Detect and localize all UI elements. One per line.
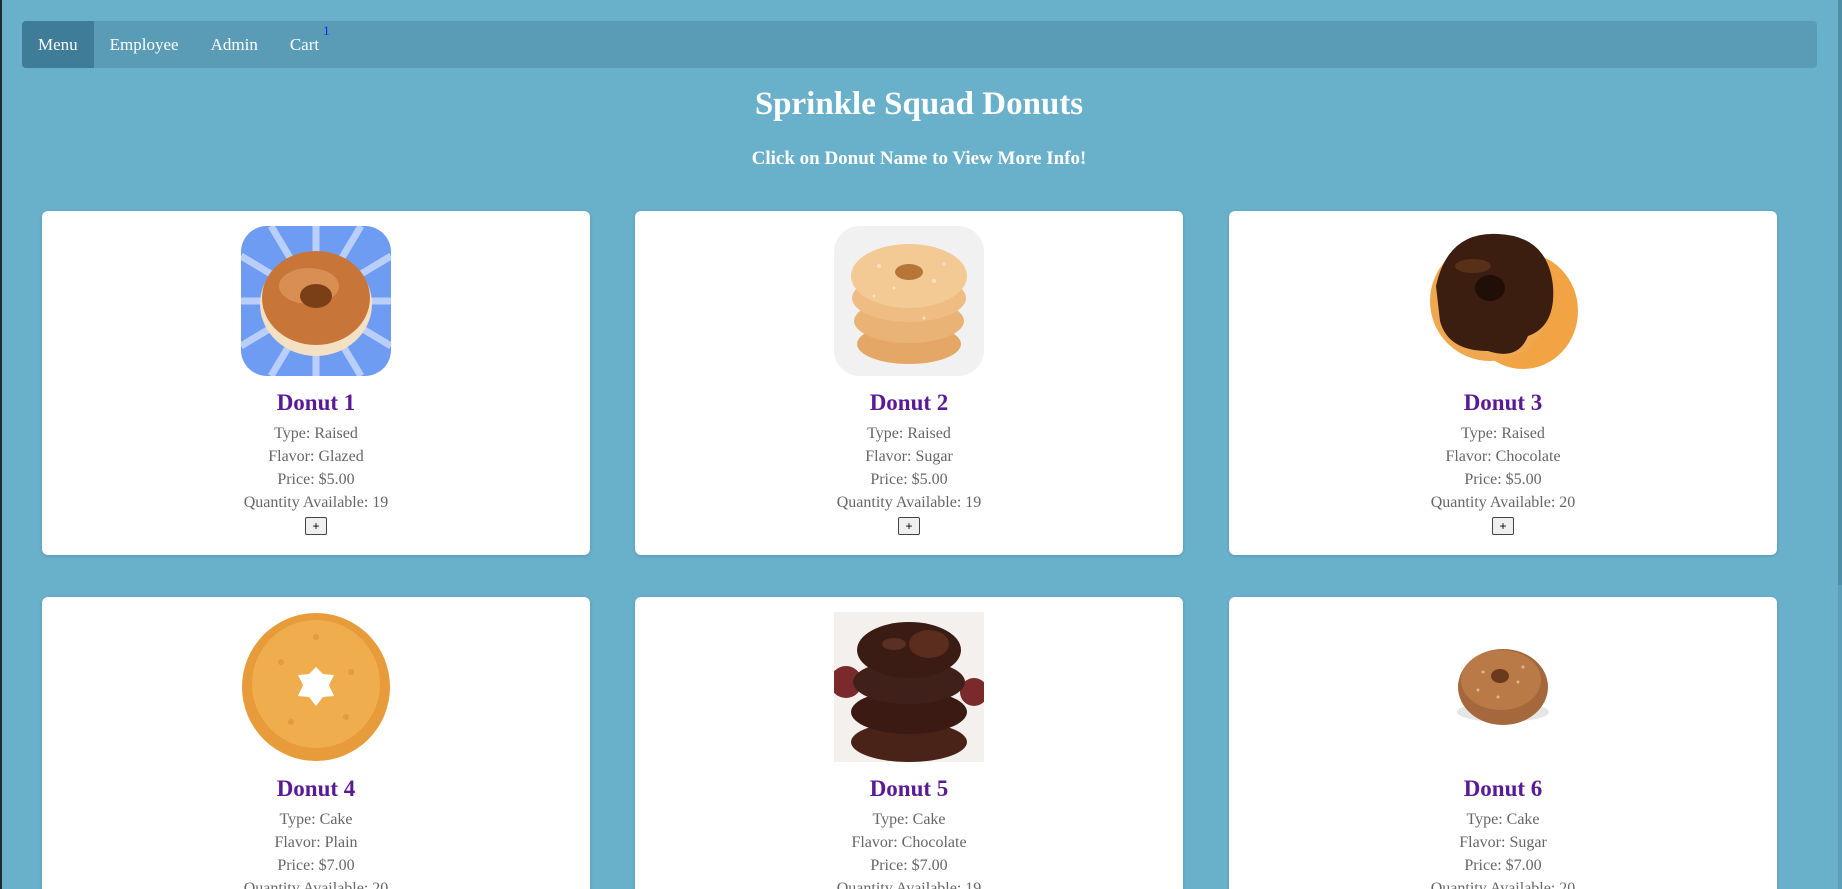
page-subtitle: Click on Donut Name to View More Info! [751, 148, 1087, 169]
donut-name-link[interactable]: Donut 3 [1229, 390, 1777, 416]
donut-image-6 [1428, 612, 1578, 762]
donut-flavor: Flavor: Chocolate [851, 834, 967, 851]
donut-card-3: Donut 3 Type: Raised Flavor: Chocolate P… [1229, 211, 1777, 555]
donut-image-2 [834, 226, 984, 376]
donut-type: Type: Cake [1466, 811, 1540, 828]
donut-price: Price: $7.00 [277, 857, 355, 874]
donut-price: Price: $5.00 [277, 471, 355, 488]
nav-item-admin[interactable]: Admin [195, 21, 274, 68]
donut-image-4 [241, 612, 391, 762]
donut-card-5: Donut 5 Type: Cake Flavor: Chocolate Pri… [635, 597, 1183, 889]
top-navbar: Menu Employee Admin Cart 1 [22, 21, 1817, 68]
donut-name-link[interactable]: Donut 4 [42, 776, 590, 802]
window-left-edge [0, 0, 2, 889]
donut-card-6: Donut 6 Type: Cake Flavor: Sugar Price: … [1229, 597, 1777, 889]
donut-price: Price: $5.00 [870, 471, 948, 488]
vertical-scrollbar[interactable] [1838, 0, 1842, 889]
donut-type: Type: Raised [867, 425, 951, 442]
add-to-cart-button[interactable]: + [898, 517, 920, 535]
donut-type: Type: Cake [279, 811, 353, 828]
nav-item-cart[interactable]: Cart [274, 21, 319, 68]
donut-card-4: Donut 4 Type: Cake Flavor: Plain Price: … [42, 597, 590, 889]
donut-card-2: Donut 2 Type: Raised Flavor: Sugar Price… [635, 211, 1183, 555]
donut-name-link[interactable]: Donut 5 [635, 776, 1183, 802]
add-to-cart-button[interactable]: + [1492, 517, 1514, 535]
donut-card-1: Donut 1 Type: Raised Flavor: Glazed Pric… [42, 211, 590, 555]
donut-flavor: Flavor: Glazed [268, 448, 364, 465]
donut-quantity: Quantity Available: 20 [243, 880, 389, 889]
donut-flavor: Flavor: Chocolate [1445, 448, 1561, 465]
nav-item-employee[interactable]: Employee [94, 21, 195, 68]
donut-price: Price: $5.00 [1464, 471, 1542, 488]
donut-quantity: Quantity Available: 20 [1430, 880, 1576, 889]
nav-item-menu[interactable]: Menu [22, 21, 94, 68]
donut-name-link[interactable]: Donut 6 [1229, 776, 1777, 802]
donut-quantity: Quantity Available: 19 [836, 494, 982, 511]
donut-flavor: Flavor: Sugar [865, 448, 953, 465]
donut-type: Type: Cake [872, 811, 946, 828]
cart-count-badge[interactable]: 1 [323, 23, 330, 39]
donut-name-link[interactable]: Donut 1 [42, 390, 590, 416]
scrollbar-thumb[interactable] [1838, 0, 1842, 585]
donut-name-link[interactable]: Donut 2 [635, 390, 1183, 416]
donut-type: Type: Raised [274, 425, 358, 442]
donut-image-5 [834, 612, 984, 762]
donut-quantity: Quantity Available: 19 [836, 880, 982, 889]
donut-quantity: Quantity Available: 20 [1430, 494, 1576, 511]
add-to-cart-button[interactable]: + [305, 517, 327, 535]
donut-image-3 [1428, 226, 1578, 376]
donut-price: Price: $7.00 [1464, 857, 1542, 874]
donut-quantity: Quantity Available: 19 [243, 494, 389, 511]
donut-flavor: Flavor: Plain [274, 834, 358, 851]
donut-price: Price: $7.00 [870, 857, 948, 874]
donut-flavor: Flavor: Sugar [1459, 834, 1547, 851]
donut-image-1 [241, 226, 391, 376]
donut-type: Type: Raised [1461, 425, 1545, 442]
page-title: Sprinkle Squad Donuts [754, 86, 1084, 122]
